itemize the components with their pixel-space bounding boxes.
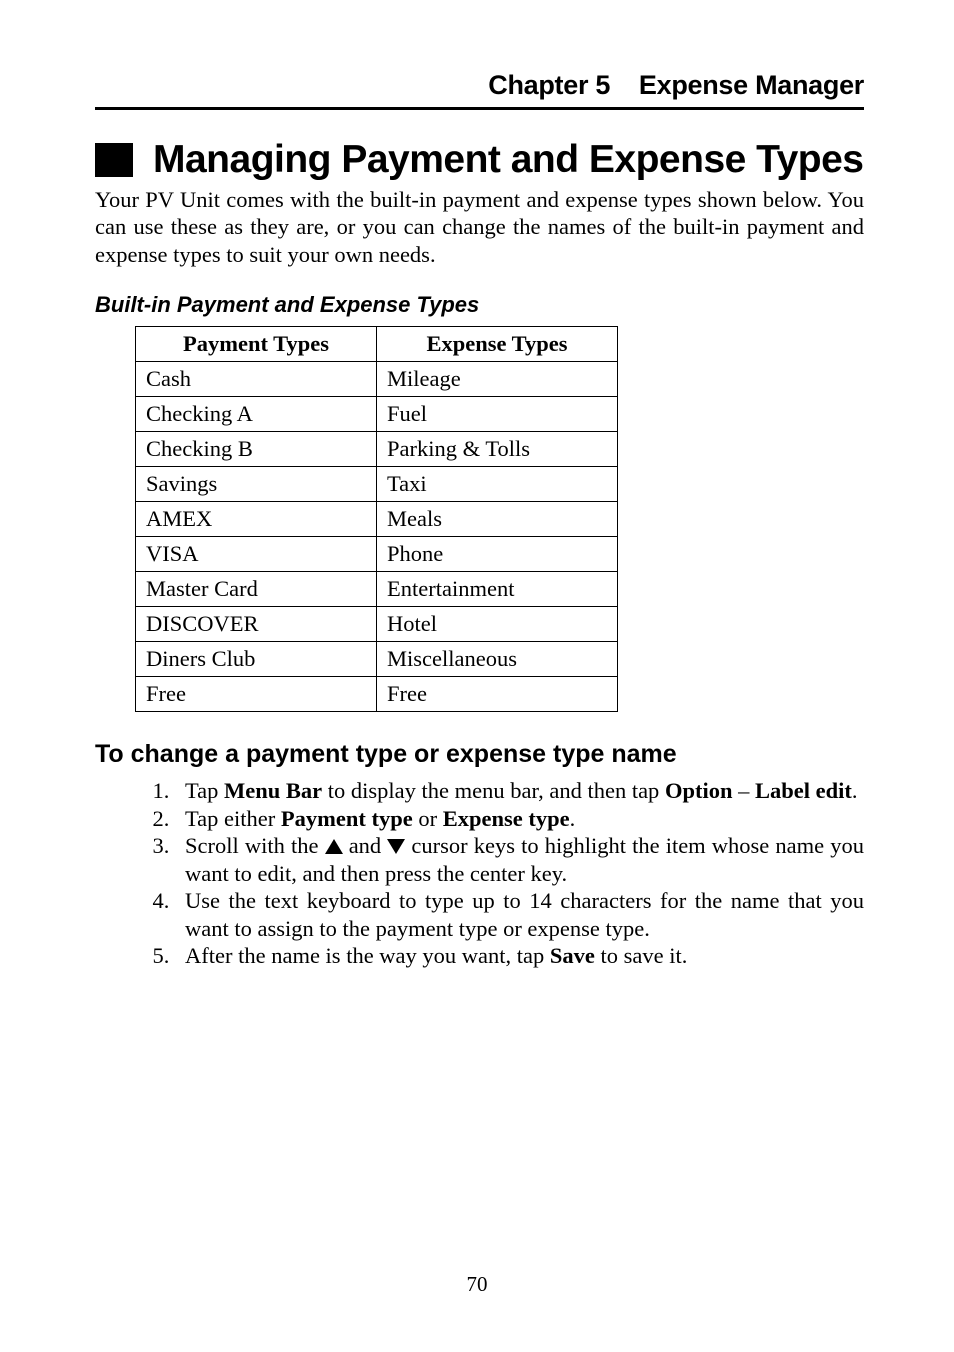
section-title: Managing Payment and Expense Types bbox=[153, 138, 863, 182]
section-title-row: Managing Payment and Expense Types bbox=[95, 138, 864, 182]
step-2: Tap either Payment type or Expense type. bbox=[175, 805, 864, 832]
cell-expense: Free bbox=[377, 677, 618, 712]
cell-payment: AMEX bbox=[136, 502, 377, 537]
table-row: CashMileage bbox=[136, 362, 618, 397]
types-table: Payment Types Expense Types CashMileage … bbox=[135, 326, 618, 712]
table-row: DISCOVERHotel bbox=[136, 607, 618, 642]
chapter-title: Expense Manager bbox=[639, 70, 864, 100]
section-marker-icon bbox=[95, 143, 133, 177]
cell-payment: DISCOVER bbox=[136, 607, 377, 642]
cell-expense: Mileage bbox=[377, 362, 618, 397]
cell-payment: Free bbox=[136, 677, 377, 712]
cell-payment: Checking B bbox=[136, 432, 377, 467]
table-row: Master CardEntertainment bbox=[136, 572, 618, 607]
cell-expense: Parking & Tolls bbox=[377, 432, 618, 467]
table-row: Checking AFuel bbox=[136, 397, 618, 432]
cell-expense: Hotel bbox=[377, 607, 618, 642]
cell-expense: Taxi bbox=[377, 467, 618, 502]
table-heading: Built-in Payment and Expense Types bbox=[95, 292, 864, 318]
page-number: 70 bbox=[0, 1272, 954, 1297]
cell-payment: Diners Club bbox=[136, 642, 377, 677]
table-row: VISAPhone bbox=[136, 537, 618, 572]
cursor-down-icon bbox=[387, 839, 405, 854]
chapter-header: Chapter 5 Expense Manager bbox=[95, 70, 864, 110]
cell-expense: Phone bbox=[377, 537, 618, 572]
table-row: Diners ClubMiscellaneous bbox=[136, 642, 618, 677]
cell-payment: Checking A bbox=[136, 397, 377, 432]
col-expense-types: Expense Types bbox=[377, 327, 618, 362]
howto-heading: To change a payment type or expense type… bbox=[95, 740, 864, 769]
table-row: SavingsTaxi bbox=[136, 467, 618, 502]
section-intro: Your PV Unit comes with the built-in pay… bbox=[95, 186, 864, 268]
table-row: Checking BParking & Tolls bbox=[136, 432, 618, 467]
cell-expense: Fuel bbox=[377, 397, 618, 432]
step-3: Scroll with the and cursor keys to highl… bbox=[175, 832, 864, 887]
table-row: FreeFree bbox=[136, 677, 618, 712]
step-4: Use the text keyboard to type up to 14 c… bbox=[175, 887, 864, 942]
cell-payment: VISA bbox=[136, 537, 377, 572]
cell-expense: Entertainment bbox=[377, 572, 618, 607]
cell-payment: Savings bbox=[136, 467, 377, 502]
step-1: Tap Menu Bar to display the menu bar, an… bbox=[175, 777, 864, 804]
chapter-label: Chapter 5 bbox=[488, 70, 610, 100]
cell-expense: Miscellaneous bbox=[377, 642, 618, 677]
table-header-row: Payment Types Expense Types bbox=[136, 327, 618, 362]
cell-payment: Master Card bbox=[136, 572, 377, 607]
howto-steps: Tap Menu Bar to display the menu bar, an… bbox=[95, 777, 864, 969]
cell-payment: Cash bbox=[136, 362, 377, 397]
step-5: After the name is the way you want, tap … bbox=[175, 942, 864, 969]
cell-expense: Meals bbox=[377, 502, 618, 537]
cursor-up-icon bbox=[325, 839, 343, 854]
table-row: AMEXMeals bbox=[136, 502, 618, 537]
col-payment-types: Payment Types bbox=[136, 327, 377, 362]
